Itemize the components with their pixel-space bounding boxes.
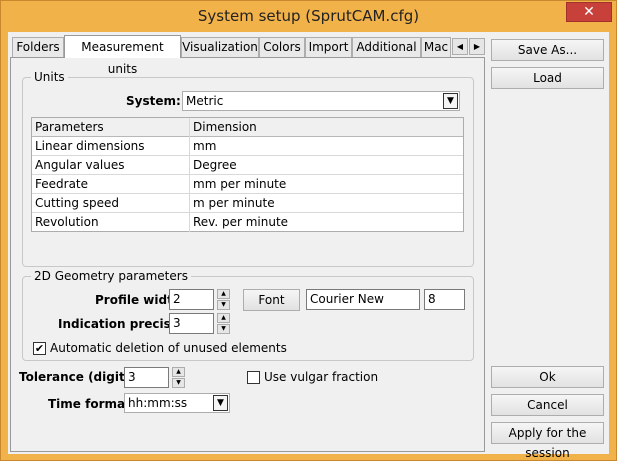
table-row[interactable]: Linear dimensions mm <box>32 137 463 156</box>
units-group-label: Units <box>31 70 68 84</box>
measurement-units-page: Units System: Metric ▼ Parameters Dimens… <box>10 57 485 452</box>
units-group: Units System: Metric ▼ Parameters Dimens… <box>22 70 474 267</box>
auto-delete-label: Automatic deletion of unused elements <box>50 341 287 355</box>
dimension-cell[interactable]: mm <box>190 137 463 156</box>
geometry-group-label: 2D Geometry parameters <box>31 269 191 283</box>
tab-folders[interactable]: Folders <box>12 37 64 57</box>
font-button[interactable]: Font <box>243 289 300 311</box>
time-format-select[interactable]: hh:mm:ss ▼ <box>124 393 230 413</box>
close-button[interactable]: ✕ <box>566 2 612 22</box>
dimension-cell[interactable]: m per minute <box>190 194 463 213</box>
load-button[interactable]: Load <box>491 67 604 89</box>
stepper-up-icon[interactable]: ▲ <box>172 367 185 377</box>
profile-width-stepper[interactable]: ▲ ▼ <box>217 289 230 310</box>
apply-session-button[interactable]: Apply for the session <box>491 422 604 460</box>
close-icon: ✕ <box>583 4 595 20</box>
param-cell: Cutting speed <box>32 194 190 213</box>
system-select-value: Metric <box>186 94 224 108</box>
ok-button[interactable]: Ok <box>491 366 604 388</box>
title-bar: System setup (SprutCAM.cfg) ✕ <box>1 1 616 31</box>
tab-scroll-left-icon[interactable]: ◀ <box>452 38 468 55</box>
table-row[interactable]: Feedrate mm per minute <box>32 175 463 194</box>
stepper-down-icon[interactable]: ▼ <box>172 378 185 388</box>
profile-width-input[interactable]: 2 <box>169 289 214 310</box>
param-cell: Linear dimensions <box>32 137 190 156</box>
grid-header-dimension: Dimension <box>193 120 257 134</box>
vulgar-fraction-label: Use vulgar fraction <box>264 370 379 384</box>
dimension-cell[interactable]: Rev. per minute <box>190 213 463 232</box>
param-cell: Feedrate <box>32 175 190 194</box>
chevron-down-icon[interactable]: ▼ <box>443 93 458 109</box>
window-title: System setup (SprutCAM.cfg) <box>197 7 420 25</box>
tab-scroll-right-icon[interactable]: ▶ <box>469 38 485 55</box>
stepper-down-icon[interactable]: ▼ <box>217 324 230 334</box>
vulgar-fraction-checkbox[interactable] <box>247 371 260 384</box>
param-cell: Angular values <box>32 156 190 175</box>
stepper-up-icon[interactable]: ▲ <box>217 289 230 299</box>
system-setup-window: System setup (SprutCAM.cfg) ✕ Folders Me… <box>0 0 617 461</box>
font-name-field[interactable]: Courier New <box>306 289 420 310</box>
dimension-cell[interactable]: Degree <box>190 156 463 175</box>
grid-header-row: Parameters Dimension <box>32 118 463 137</box>
table-row[interactable]: Cutting speed m per minute <box>32 194 463 213</box>
dimension-cell[interactable]: mm per minute <box>190 175 463 194</box>
chevron-down-icon[interactable]: ▼ <box>213 395 228 411</box>
table-row[interactable]: Revolution Rev. per minute <box>32 213 463 232</box>
system-select[interactable]: Metric ▼ <box>182 91 460 111</box>
tab-additional[interactable]: Additional <box>352 37 421 57</box>
param-cell: Revolution <box>32 213 190 232</box>
table-row[interactable]: Angular values Degree <box>32 156 463 175</box>
save-as-button[interactable]: Save As... <box>491 39 604 61</box>
system-label: System: <box>126 94 181 108</box>
tolerance-stepper[interactable]: ▲ ▼ <box>172 367 185 388</box>
indication-precision-stepper[interactable]: ▲ ▼ <box>217 313 230 334</box>
tab-mac[interactable]: Mac <box>421 37 451 57</box>
tab-colors[interactable]: Colors <box>259 37 305 57</box>
font-size-field[interactable]: 8 <box>424 289 465 310</box>
indication-precision-input[interactable]: 3 <box>169 313 214 334</box>
time-format-value: hh:mm:ss <box>128 396 188 410</box>
tab-measurement-units[interactable]: Measurement units <box>64 35 181 76</box>
tab-visualization[interactable]: Visualization <box>181 37 259 57</box>
auto-delete-checkbox[interactable]: ✔ <box>33 342 46 355</box>
cancel-button[interactable]: Cancel <box>491 394 604 416</box>
grid-header-parameters: Parameters <box>32 118 190 137</box>
stepper-down-icon[interactable]: ▼ <box>217 300 230 310</box>
dialog-body: Folders Measurement units Visualization … <box>8 32 609 460</box>
stepper-up-icon[interactable]: ▲ <box>217 313 230 323</box>
units-grid: Parameters Dimension Linear dimensions m… <box>31 117 464 232</box>
tolerance-input[interactable]: 3 <box>124 367 169 388</box>
tab-import[interactable]: Import <box>305 37 352 57</box>
geometry-group: 2D Geometry parameters Profile width: 2 … <box>22 269 474 361</box>
time-format-label: Time format: <box>48 397 136 411</box>
check-icon: ✔ <box>34 342 45 355</box>
